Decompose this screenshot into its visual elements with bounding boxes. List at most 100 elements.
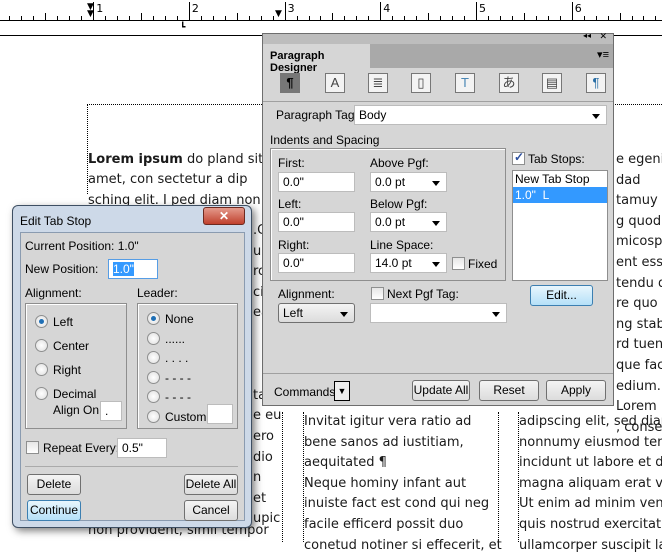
right-indent-marker[interactable]: ▼ bbox=[275, 10, 282, 19]
text-line-fragment[interactable]: dio bbox=[253, 448, 273, 468]
text-line-fragment[interactable]: et bbox=[253, 489, 266, 509]
text-line-fragment[interactable]: ero bbox=[253, 427, 274, 447]
right-indent-input[interactable]: 0.0" bbox=[278, 253, 355, 273]
ruler-tick bbox=[476, 2, 477, 20]
leader-radio[interactable] bbox=[147, 409, 160, 423]
leader-radio[interactable] bbox=[147, 370, 160, 384]
text-line-fragment[interactable]: que facil bbox=[616, 356, 662, 376]
text-line-fragment[interactable]: tamuy bbox=[616, 191, 658, 211]
tab-stops-checkbox[interactable]: ✓ bbox=[512, 150, 525, 165]
text-line[interactable]: magna aliquam erat vo bbox=[519, 474, 662, 494]
next-pgf-checkbox[interactable] bbox=[371, 287, 384, 300]
text-line-fragment[interactable]: u bbox=[253, 242, 261, 262]
delete-button[interactable]: Delete bbox=[27, 474, 81, 495]
text-line-fragment[interactable]: tendu q bbox=[616, 274, 662, 294]
asian-text-icon[interactable]: あ bbox=[499, 73, 519, 93]
list-item[interactable]: New Tab Stop bbox=[513, 171, 607, 187]
alignment-radio[interactable] bbox=[35, 339, 48, 352]
ruler-tick bbox=[428, 13, 430, 20]
text-line[interactable]: aequitated ¶ bbox=[304, 453, 387, 473]
text-line[interactable]: inuiste fact est cond qui neg bbox=[304, 494, 489, 514]
text-frame-icon[interactable]: T bbox=[455, 73, 475, 93]
ruler-tick bbox=[33, 16, 35, 20]
close-button[interactable]: ✕ bbox=[203, 207, 245, 225]
panel-titlebar[interactable]: ◂◂ ✕ bbox=[263, 31, 613, 44]
text-line-fragment[interactable]: e egeni bbox=[616, 150, 662, 170]
text-line-fragment[interactable]: ng stab bbox=[616, 315, 662, 335]
list-item-selected[interactable]: 1.0" L bbox=[513, 187, 607, 203]
fixed-checkbox[interactable] bbox=[452, 257, 465, 270]
paragraph-tag-select[interactable]: Body bbox=[354, 105, 607, 125]
commands-dropdown[interactable]: ▼ bbox=[334, 381, 350, 401]
text-line[interactable]: Ut enim ad minim ven bbox=[519, 494, 662, 514]
text-line-fragment[interactable]: g quod bbox=[616, 212, 661, 232]
leader-radio[interactable] bbox=[147, 390, 160, 403]
alignment-radio[interactable] bbox=[35, 387, 48, 400]
text-line-fragment[interactable]: dad bbox=[616, 171, 640, 191]
text-line[interactable]: ullamcorper suscipit la bbox=[519, 536, 662, 556]
left-indent-input[interactable]: 0.0" bbox=[278, 212, 355, 232]
direction-icon[interactable]: ¶ bbox=[586, 73, 606, 93]
text-line[interactable]: bene sanos ad iustitiam, bbox=[304, 433, 464, 453]
reset-button[interactable]: Reset bbox=[479, 380, 539, 401]
text-line[interactable]: nonnumy eiusmod tem bbox=[519, 433, 662, 453]
ruler[interactable]: ▼ ▼ ▼ ┗ 123456 bbox=[0, 0, 662, 36]
text-line-fragment[interactable]: rd tuent bbox=[616, 335, 662, 355]
ruler-tick bbox=[499, 16, 501, 20]
text-line[interactable]: Neque hominy infant aut bbox=[304, 474, 466, 494]
alignment-radio[interactable] bbox=[35, 315, 48, 328]
below-pgf-select[interactable]: 0.0 pt bbox=[370, 212, 447, 232]
text-line[interactable]: conetud notiner si effecerit, et bbox=[304, 536, 502, 556]
text-line-fragment[interactable]: ent esse bbox=[616, 253, 662, 273]
leader-radio[interactable] bbox=[147, 351, 160, 364]
text-line[interactable]: Invitat igitur vera ratio ad bbox=[304, 412, 471, 432]
leader-radio[interactable] bbox=[147, 331, 160, 345]
collapse-icon[interactable]: ◂◂ bbox=[583, 31, 591, 40]
next-pgf-select[interactable] bbox=[370, 303, 507, 323]
repeat-every-input[interactable]: 0.5" bbox=[117, 438, 167, 458]
first-indent-input[interactable]: 0.0" bbox=[278, 172, 355, 192]
section-heading: Indents and Spacing bbox=[270, 133, 380, 147]
ruler-tick bbox=[57, 16, 59, 20]
left-tab-marker[interactable]: ┗ bbox=[180, 24, 185, 33]
apply-button[interactable]: Apply bbox=[546, 380, 606, 401]
repeat-every-checkbox[interactable] bbox=[26, 441, 39, 454]
lines-icon[interactable]: ≣ bbox=[368, 73, 388, 93]
continue-button[interactable]: Continue bbox=[27, 500, 81, 521]
text-line[interactable]: adipscing elit, sed diam bbox=[519, 412, 662, 432]
divider bbox=[263, 373, 613, 374]
leader-radio[interactable] bbox=[147, 312, 160, 325]
above-pgf-select[interactable]: 0.0 pt bbox=[370, 172, 447, 192]
text-line[interactable]: amet, con sectetur a dip bbox=[88, 170, 248, 190]
line-space-select[interactable]: 14.0 pt bbox=[370, 253, 447, 273]
tab-stops-list[interactable]: New Tab Stop 1.0" L bbox=[512, 170, 608, 281]
table-icon[interactable]: ▤ bbox=[542, 73, 562, 93]
update-all-button[interactable]: Update All bbox=[412, 380, 470, 401]
new-position-input[interactable]: 1.0" bbox=[113, 262, 134, 276]
text-line[interactable]: facile efficerd possit duo bbox=[304, 515, 463, 535]
edit-tab-button[interactable]: Edit... bbox=[530, 285, 593, 306]
custom-leader-input[interactable] bbox=[207, 404, 233, 424]
text-line-fragment[interactable]: e eu bbox=[253, 406, 281, 426]
text-line[interactable]: quis nostrud exercitati bbox=[519, 515, 662, 535]
ruler-tick bbox=[595, 16, 597, 20]
text-line-fragment[interactable]: n bbox=[253, 468, 261, 488]
align-on-input[interactable]: . bbox=[100, 401, 122, 421]
delete-all-button[interactable]: Delete All bbox=[184, 474, 238, 495]
alignment-select[interactable]: Left bbox=[278, 303, 355, 323]
text-line-fragment[interactable]: re quo bbox=[616, 294, 658, 314]
text-line-fragment[interactable]: micospe bbox=[616, 232, 662, 252]
text-line[interactable]: Lorem ipsum do pland sit bbox=[88, 150, 263, 170]
page-icon[interactable]: ▯ bbox=[411, 73, 431, 93]
text-line-fragment[interactable]: edium. bbox=[616, 377, 661, 397]
character-icon[interactable]: A bbox=[325, 73, 345, 93]
pilcrow-icon[interactable]: ¶ bbox=[280, 73, 300, 93]
alignment-radio[interactable] bbox=[35, 363, 48, 376]
close-icon[interactable]: ✕ bbox=[599, 31, 607, 42]
ruler-tick bbox=[571, 2, 573, 20]
tab-stops-label: Tab Stops: bbox=[528, 152, 585, 166]
panel-menu-icon[interactable]: ▾≡ bbox=[597, 48, 609, 61]
cancel-button[interactable]: Cancel bbox=[184, 500, 238, 521]
tab-paragraph-designer[interactable]: Paragraph Designer bbox=[263, 44, 370, 74]
text-line[interactable]: incidunt ut labore et d bbox=[519, 453, 662, 473]
